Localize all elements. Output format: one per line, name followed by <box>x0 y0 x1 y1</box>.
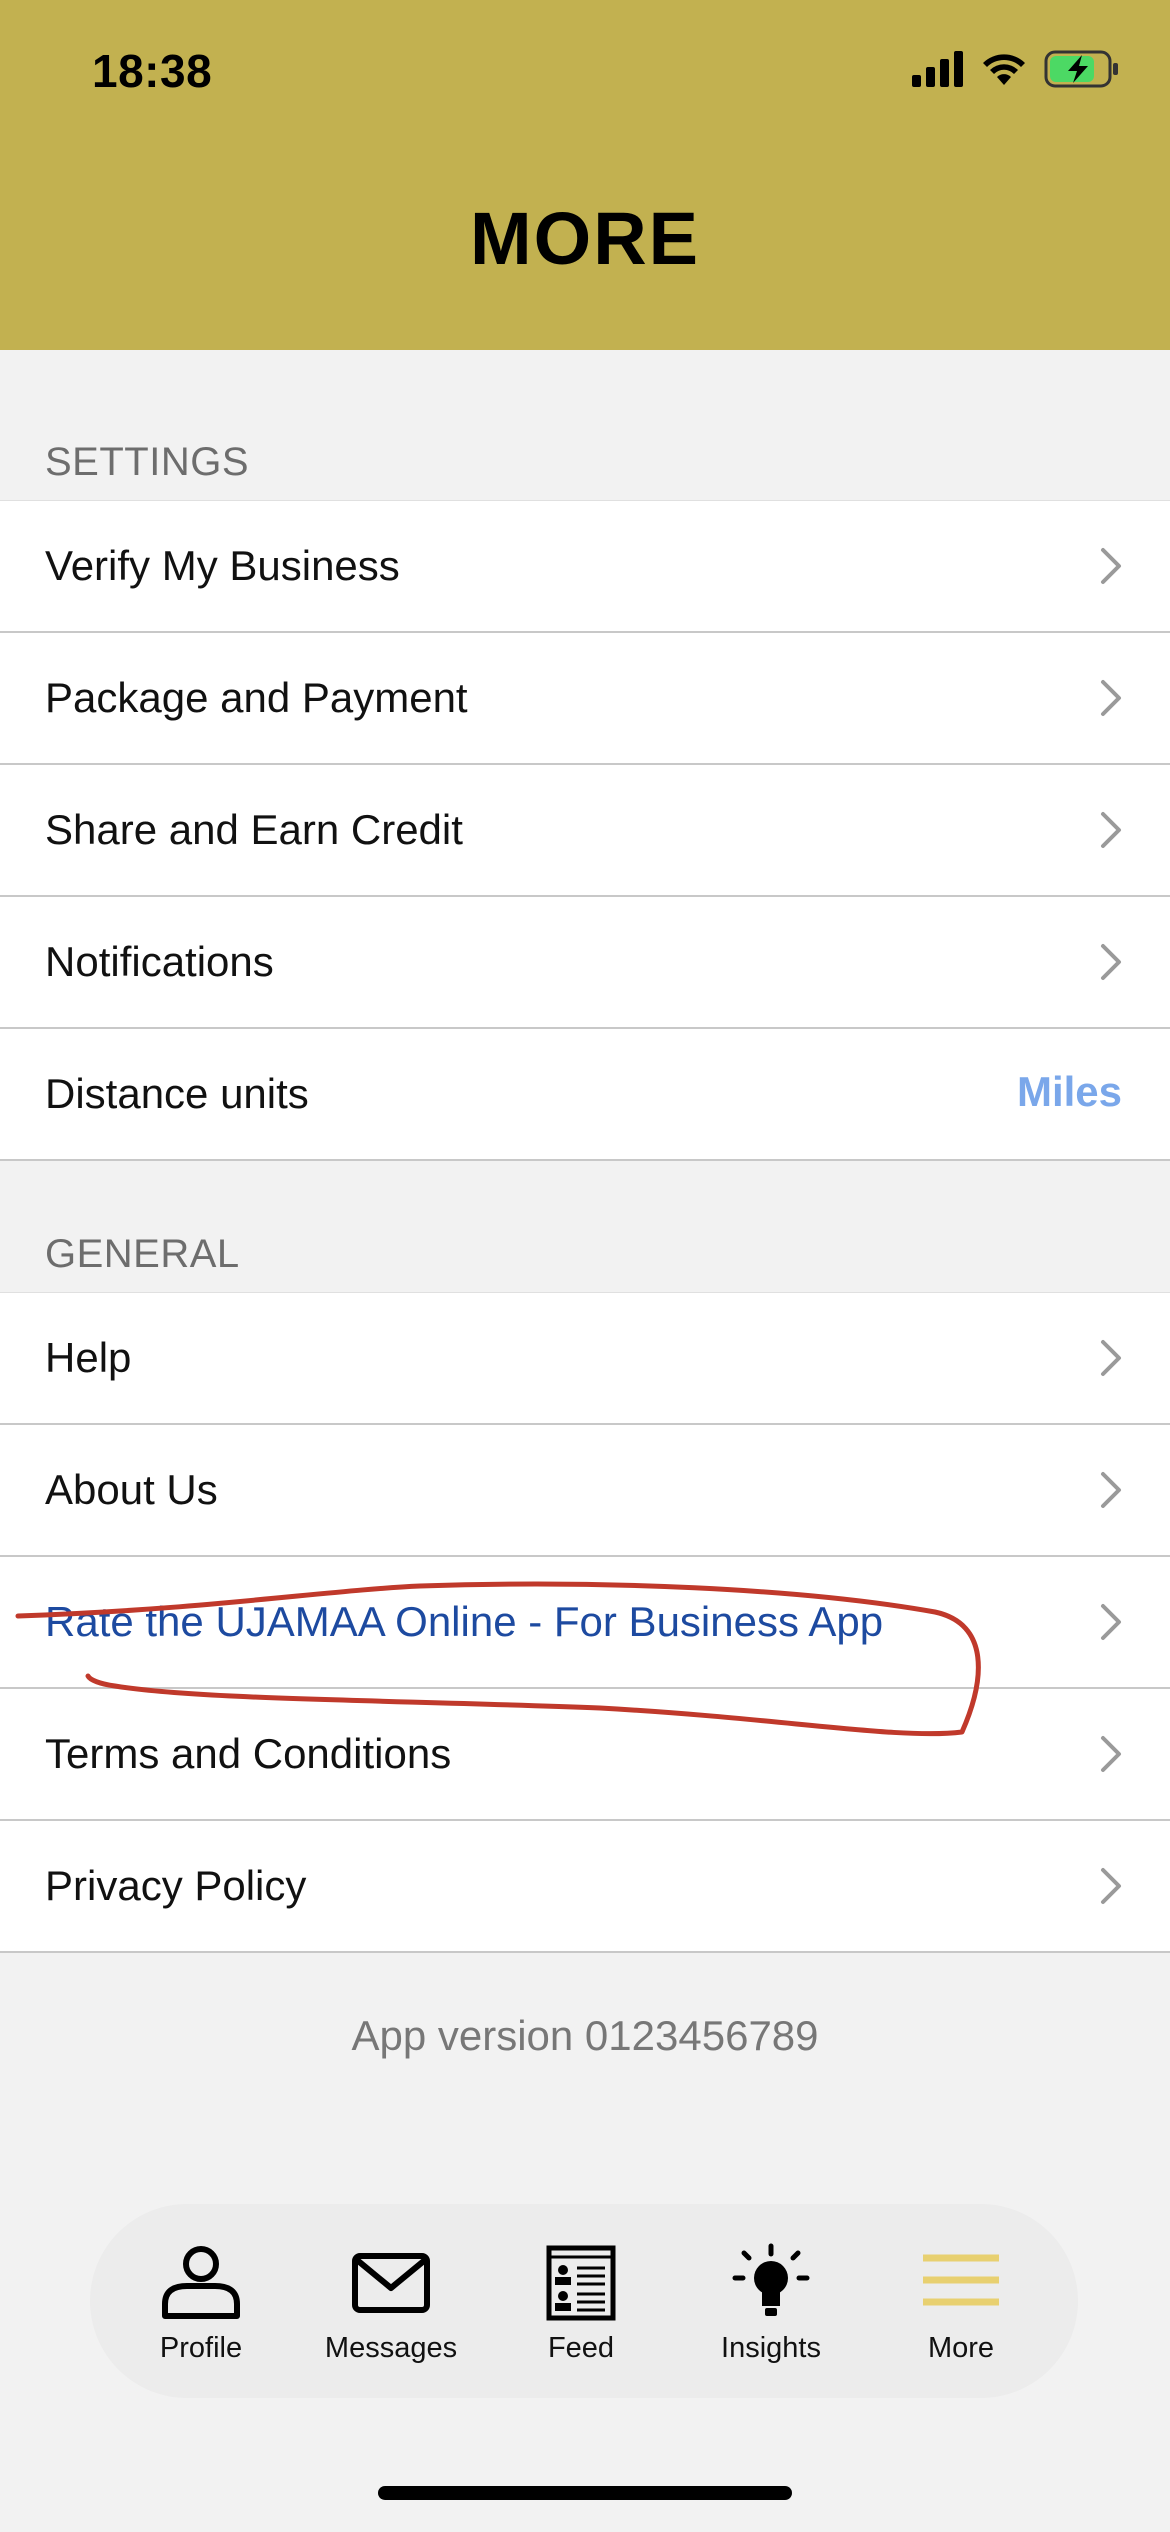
row-label: Notifications <box>45 938 274 985</box>
row-label: Privacy Policy <box>45 1862 307 1909</box>
chevron-right-icon <box>1101 1472 1121 1508</box>
person-icon <box>162 2246 240 2319</box>
app-version: App version 0123456789 <box>351 2012 819 2059</box>
status-time: 18:38 <box>92 45 213 97</box>
tab-profile[interactable]: Profile <box>106 2242 296 2382</box>
chevron-right-icon <box>1101 944 1121 980</box>
settings-item-share-earn-credit[interactable]: Share and Earn Credit <box>0 765 1170 897</box>
chevron-right-icon <box>1101 812 1121 848</box>
general-item-about-us[interactable]: About Us <box>0 1425 1170 1557</box>
lightbulb-icon <box>732 2243 810 2316</box>
chevron-right-icon <box>1101 1736 1121 1772</box>
chevron-right-icon <box>1101 1604 1121 1640</box>
tab-label: Profile <box>159 2332 243 2364</box>
battery-charging-icon <box>1044 50 1118 88</box>
settings-section-header: SETTINGS <box>45 440 250 484</box>
settings-item-package-payment[interactable]: Package and Payment <box>0 633 1170 765</box>
row-label: Share and Earn Credit <box>45 806 463 853</box>
row-label: Terms and Conditions <box>45 1730 452 1777</box>
general-section-header: GENERAL <box>45 1232 240 1276</box>
hamburger-menu-icon <box>923 2254 999 2306</box>
tab-label: Messages <box>324 2332 458 2364</box>
status-icons <box>912 50 1120 88</box>
general-item-privacy-policy[interactable]: Privacy Policy <box>0 1821 1170 1953</box>
tab-insights[interactable]: Insights <box>676 2242 866 2382</box>
settings-item-verify-business[interactable]: Verify My Business <box>0 501 1170 633</box>
general-item-rate-app[interactable]: Rate the UJAMAA Online - For Business Ap… <box>0 1557 1170 1689</box>
general-item-terms[interactable]: Terms and Conditions <box>0 1689 1170 1821</box>
feed-icon <box>546 2245 616 2321</box>
tab-messages[interactable]: Messages <box>296 2242 486 2382</box>
tab-label: More <box>927 2332 995 2364</box>
general-item-help[interactable]: Help <box>0 1293 1170 1425</box>
tab-feed[interactable]: Feed <box>486 2242 676 2382</box>
settings-item-notifications[interactable]: Notifications <box>0 897 1170 1029</box>
row-label: Rate the UJAMAA Online - For Business Ap… <box>45 1598 884 1645</box>
settings-item-distance-units[interactable]: Distance units Miles <box>0 1029 1170 1161</box>
cellular-signal-icon <box>912 51 963 87</box>
chevron-right-icon <box>1101 548 1121 584</box>
tab-bar: Profile Messages Feed Insights More <box>90 2204 1078 2398</box>
tab-label: Insights <box>721 2332 821 2364</box>
row-label: Distance units <box>45 1070 309 1117</box>
settings-list: Verify My Business Package and Payment S… <box>0 500 1170 1161</box>
page-title: MORE <box>470 197 700 280</box>
chevron-right-icon <box>1101 1868 1121 1904</box>
envelope-icon <box>352 2253 430 2313</box>
row-label: Help <box>45 1334 132 1381</box>
tab-label: Feed <box>547 2332 615 2364</box>
distance-units-value[interactable]: Miles <box>1017 1068 1122 1116</box>
chevron-right-icon <box>1101 1340 1121 1376</box>
wifi-icon <box>983 54 1025 85</box>
row-label: Package and Payment <box>45 674 468 721</box>
row-label: About Us <box>45 1466 218 1513</box>
chevron-right-icon <box>1101 680 1121 716</box>
general-list: Help About Us Rate the UJAMAA Online - F… <box>0 1292 1170 1953</box>
home-indicator <box>378 2486 792 2500</box>
tab-more[interactable]: More <box>866 2242 1056 2382</box>
header-bar: 18:38 MORE <box>0 0 1170 350</box>
row-label: Verify My Business <box>45 542 400 589</box>
